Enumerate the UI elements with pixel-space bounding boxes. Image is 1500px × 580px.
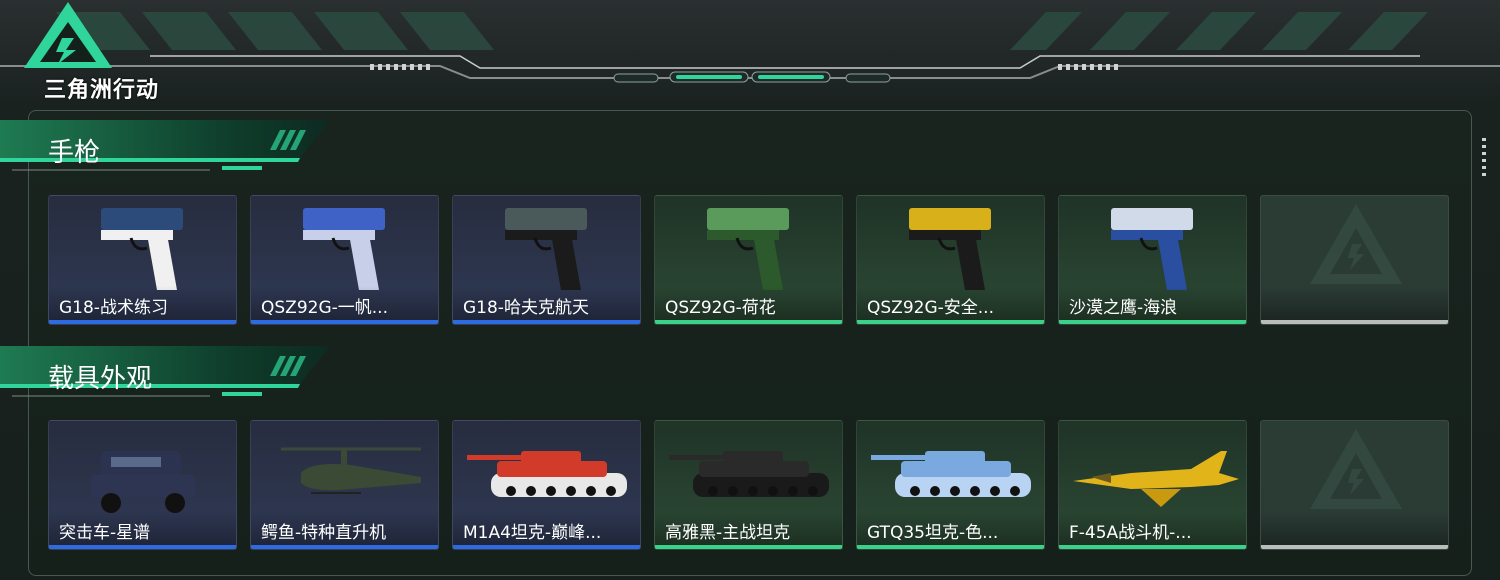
item-card[interactable]: QSZ92G-荷花: [654, 195, 843, 325]
item-name: 沙漠之鹰-海浪: [1069, 298, 1178, 318]
rarity-bar: [857, 545, 1044, 549]
tank-icon: [871, 451, 1031, 497]
item-card[interactable]: 鳄鱼-特种直升机: [250, 420, 439, 550]
item-name: QSZ92G-荷花: [665, 298, 776, 318]
helicopter-icon: [281, 447, 421, 494]
section-title: 载具外观: [48, 364, 153, 394]
scrollbar-handle[interactable]: [1482, 138, 1486, 180]
item-card[interactable]: 突击车-星谱: [48, 420, 237, 550]
rarity-bar: [49, 320, 236, 324]
item-card[interactable]: 沙漠之鹰-海浪: [1058, 195, 1247, 325]
pistol-icon: [505, 208, 587, 290]
item-name: 鳄鱼-特种直升机: [261, 523, 387, 543]
pistol-icon: [909, 208, 991, 290]
rarity-bar: [655, 545, 842, 549]
item-card[interactable]: G18-战术练习: [48, 195, 237, 325]
item-card[interactable]: F-45A战斗机-...: [1058, 420, 1247, 550]
item-name: M1A4坦克-巅峰...: [463, 523, 602, 543]
card-label-backdrop: [1261, 286, 1448, 320]
item-card[interactable]: QSZ92G-一帆...: [250, 195, 439, 325]
item-name: G18-哈夫克航天: [463, 298, 589, 318]
rarity-bar: [1059, 545, 1246, 549]
armored-car-icon: [91, 451, 195, 513]
item-name: QSZ92G-安全...: [867, 298, 994, 318]
section-header-pistols: 手枪: [0, 120, 340, 178]
section-header-vehicles: 载具外观: [0, 346, 340, 404]
pistol-icon: [1111, 208, 1193, 290]
pistol-icon: [707, 208, 789, 290]
item-card[interactable]: GTQ35坦克-色...: [856, 420, 1045, 550]
item-name: QSZ92G-一帆...: [261, 298, 388, 318]
rarity-bar: [251, 545, 438, 549]
rarity-bar: [655, 320, 842, 324]
item-name: 突击车-星谱: [59, 523, 151, 543]
header-decoration: [0, 12, 1500, 83]
item-name: F-45A战斗机-...: [1069, 523, 1192, 543]
tank-icon: [669, 451, 829, 497]
empty-slot-icon: [1310, 204, 1402, 284]
empty-item-slot: [1260, 195, 1449, 325]
top-header: 三角洲行动: [0, 0, 1500, 103]
item-card[interactable]: QSZ92G-安全...: [856, 195, 1045, 325]
card-label-backdrop: [1261, 511, 1448, 545]
jet-icon: [1073, 451, 1239, 507]
item-name: G18-战术练习: [59, 298, 168, 318]
rarity-bar: [251, 320, 438, 324]
rarity-bar: [453, 320, 640, 324]
empty-item-slot: [1260, 420, 1449, 550]
item-card[interactable]: M1A4坦克-巅峰...: [452, 420, 641, 550]
rarity-bar: [1059, 320, 1246, 324]
rarity-bar: [1261, 320, 1448, 324]
rarity-bar: [1261, 545, 1448, 549]
tank-icon: [467, 451, 627, 497]
rarity-bar: [453, 545, 640, 549]
logo-text: 三角洲行动: [44, 78, 160, 103]
item-card[interactable]: 高雅黑-主战坦克: [654, 420, 843, 550]
rarity-bar: [857, 320, 1044, 324]
pistol-icon: [101, 208, 183, 290]
item-name: 高雅黑-主战坦克: [665, 523, 791, 543]
item-card[interactable]: G18-哈夫克航天: [452, 195, 641, 325]
rarity-bar: [49, 545, 236, 549]
section-title: 手枪: [48, 138, 101, 168]
pistol-icon: [303, 208, 385, 290]
item-name: GTQ35坦克-色...: [867, 523, 999, 543]
empty-slot-icon: [1310, 429, 1402, 509]
